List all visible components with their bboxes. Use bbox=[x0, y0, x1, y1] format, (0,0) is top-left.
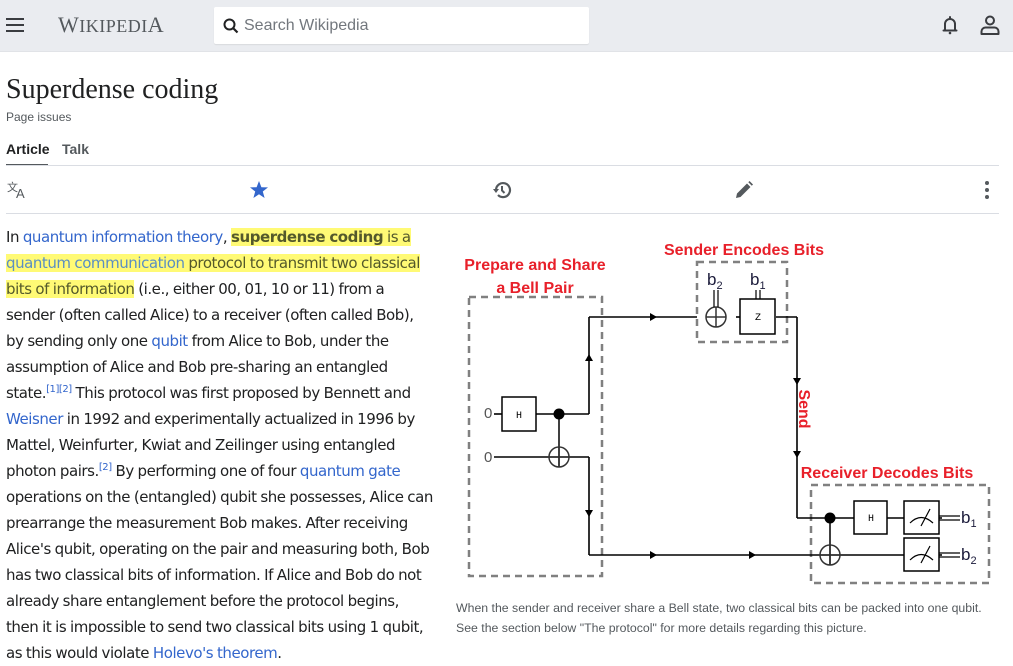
logo-text-middle: IKIPEDI bbox=[79, 16, 148, 36]
text: photon pairs. bbox=[6, 462, 99, 480]
superdense-coding-circuit-diagram[interactable]: Prepare and Share a Bell Pair Sender Enc… bbox=[454, 228, 1010, 588]
top-header: WIKIPEDIA bbox=[0, 0, 1013, 52]
receiver-hadamard-label: H bbox=[868, 514, 874, 525]
page-issues-link[interactable]: Page issues bbox=[6, 110, 71, 124]
user-icon[interactable] bbox=[979, 14, 1001, 36]
text: in 1992 and experimentally actualized in… bbox=[62, 410, 416, 428]
direction-arrow bbox=[793, 378, 801, 385]
highlighted-text: bits of information bbox=[6, 280, 135, 298]
bit-b2-input: b2 bbox=[707, 270, 723, 292]
text: as this would violate bbox=[6, 644, 153, 662]
article-line: Weisner in 1992 and experimentally actua… bbox=[6, 406, 438, 432]
caption-line-1: When the sender and receiver share a Bel… bbox=[456, 601, 982, 615]
history-icon[interactable] bbox=[491, 179, 513, 201]
bell-icon[interactable] bbox=[939, 14, 961, 36]
direction-arrow bbox=[650, 551, 657, 559]
text: By performing one of four bbox=[111, 462, 300, 480]
link-quantum-communication[interactable]: quantum communication bbox=[6, 254, 185, 272]
hamburger-menu-icon[interactable] bbox=[6, 17, 24, 33]
logo-text-last: A bbox=[147, 12, 165, 37]
output-bit-b1: b1 bbox=[961, 508, 977, 530]
article-line: by sending only one qubit from Alice to … bbox=[6, 328, 438, 354]
logo-text-first: W bbox=[58, 12, 80, 37]
search-input[interactable] bbox=[244, 13, 574, 38]
wikipedia-logo[interactable]: WIKIPEDIA bbox=[58, 12, 164, 38]
article-line: then it is impossible to send two classi… bbox=[6, 618, 424, 636]
text: protocol to transmit two classical bbox=[184, 254, 420, 272]
pencil-icon[interactable] bbox=[733, 179, 755, 201]
bit-b1-input: b1 bbox=[750, 270, 766, 292]
output-bit-b2: b2 bbox=[961, 545, 977, 567]
article-line: operations on the (entangled) qubit she … bbox=[6, 488, 433, 506]
link-quantum-gate[interactable]: quantum gate bbox=[300, 462, 401, 480]
language-icon[interactable]: 文 A bbox=[7, 179, 29, 201]
receiver-region-box bbox=[809, 483, 991, 585]
link-qubit[interactable]: qubit bbox=[151, 332, 188, 350]
direction-arrow bbox=[650, 313, 657, 321]
search-box[interactable] bbox=[214, 7, 589, 44]
caption-line-2: See the section below "The protocol" for… bbox=[456, 621, 867, 635]
bold-term-superdense-coding: superdense coding bbox=[230, 228, 384, 246]
article-line: Mattel, Weinfurter, Kwiat and Zeilinger … bbox=[6, 436, 396, 454]
text: by sending only one bbox=[6, 332, 152, 350]
reference-link[interactable]: [2] bbox=[99, 462, 112, 473]
page-title: Superdense coding bbox=[6, 74, 219, 105]
link-weisner[interactable]: Weisner bbox=[6, 410, 63, 428]
prepare-region-box bbox=[467, 295, 604, 578]
direction-arrow bbox=[585, 510, 593, 517]
tab-talk[interactable]: Talk bbox=[62, 141, 89, 157]
text: (i.e., either 00, 01, 10 or 11) from a bbox=[134, 280, 385, 298]
text: from Alice to Bob, under the bbox=[187, 332, 390, 350]
toolbar-divider bbox=[6, 213, 999, 214]
label-prepare-bell-pair: Prepare and Share bbox=[464, 257, 606, 274]
link-quantum-information-theory[interactable]: quantum information theory bbox=[23, 228, 223, 246]
text: In bbox=[6, 228, 23, 246]
tab-article[interactable]: Article bbox=[6, 141, 50, 157]
text: This protocol was first proposed by Benn… bbox=[71, 384, 412, 402]
article-line: state.[1][2] This protocol was first pro… bbox=[6, 380, 438, 406]
reference-link[interactable]: [2] bbox=[59, 384, 72, 395]
input-zero-1: 0 bbox=[484, 405, 492, 422]
input-zero-2: 0 bbox=[484, 449, 492, 466]
direction-arrow bbox=[585, 354, 593, 361]
article-line: photon pairs.[2] By performing one of fo… bbox=[6, 458, 438, 484]
text: state. bbox=[6, 384, 47, 402]
article-line: prearrange the measurement Bob makes. Af… bbox=[6, 514, 408, 532]
text: . bbox=[277, 644, 282, 662]
direction-arrow bbox=[749, 551, 756, 559]
article-line: assumption of Alice and Bob pre-sharing … bbox=[6, 358, 388, 376]
hadamard-gate-label: H bbox=[516, 411, 522, 422]
link-holevos-theorem[interactable]: Holevo's theorem bbox=[153, 644, 278, 662]
svg-text:A: A bbox=[16, 186, 25, 200]
article-line: sender (often called Alice) to a receive… bbox=[6, 306, 414, 324]
label-receiver-decodes: Receiver Decodes Bits bbox=[801, 465, 974, 482]
text: is a bbox=[383, 228, 411, 246]
article-line: has two classical bits of information. I… bbox=[6, 566, 422, 584]
text: , bbox=[222, 228, 231, 246]
search-icon bbox=[223, 18, 239, 34]
article-line: Alice's qubit, operating on the pair and… bbox=[6, 540, 430, 558]
article-line: bits of information (i.e., either 00, 01… bbox=[6, 276, 438, 302]
article-body: In quantum information theory, superdens… bbox=[6, 224, 438, 666]
figure-caption: When the sender and receiver share a Bel… bbox=[456, 598, 1012, 638]
tabs-divider bbox=[6, 165, 999, 166]
label-sender-encodes: Sender Encodes Bits bbox=[664, 242, 824, 259]
reference-link[interactable]: [1] bbox=[46, 384, 59, 395]
direction-arrow bbox=[793, 451, 801, 458]
article-line: In quantum information theory, superdens… bbox=[6, 224, 438, 250]
more-vertical-icon[interactable] bbox=[976, 179, 998, 201]
article-line: as this would violate Holevo's theorem. bbox=[6, 640, 438, 666]
article-line: already share entanglement before the pr… bbox=[6, 592, 399, 610]
article-line: quantum communication protocol to transm… bbox=[6, 250, 438, 276]
label-prepare-bell-pair-2: a Bell Pair bbox=[496, 280, 573, 297]
star-icon[interactable] bbox=[248, 179, 270, 201]
z-gate-label: Z bbox=[755, 313, 761, 324]
